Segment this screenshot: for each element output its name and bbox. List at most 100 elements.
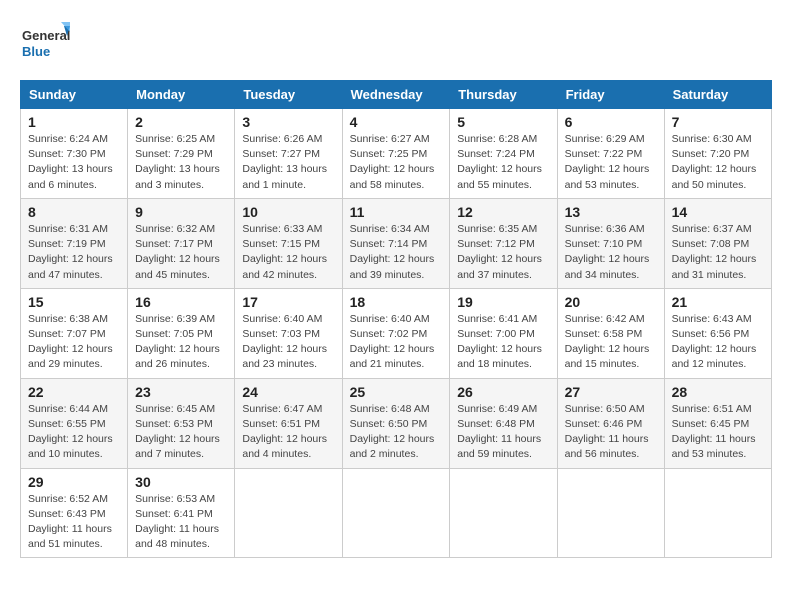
day-number: 29 <box>28 474 120 490</box>
day-info: Sunrise: 6:48 AMSunset: 6:50 PMDaylight:… <box>350 402 443 463</box>
calendar-cell: 30 Sunrise: 6:53 AMSunset: 6:41 PMDayligh… <box>128 468 235 558</box>
day-info: Sunrise: 6:40 AMSunset: 7:02 PMDaylight:… <box>350 312 443 373</box>
calendar-cell: 2 Sunrise: 6:25 AMSunset: 7:29 PMDaylight… <box>128 109 235 199</box>
calendar-cell: 9 Sunrise: 6:32 AMSunset: 7:17 PMDaylight… <box>128 198 235 288</box>
calendar-cell <box>342 468 450 558</box>
calendar-cell: 7Sunrise: 6:30 AMSunset: 7:20 PMDaylight… <box>664 109 771 199</box>
day-number: 1 <box>28 114 120 130</box>
day-number: 3 <box>242 114 334 130</box>
weekday-header-cell: Thursday <box>450 81 557 109</box>
calendar-cell <box>450 468 557 558</box>
day-info: Sunrise: 6:52 AMSunset: 6:43 PMDaylight:… <box>28 492 120 553</box>
day-number: 21 <box>672 294 764 310</box>
calendar-cell: 18Sunrise: 6:40 AMSunset: 7:02 PMDayligh… <box>342 288 450 378</box>
day-number: 6 <box>565 114 657 130</box>
calendar-cell: 5 Sunrise: 6:28 AMSunset: 7:24 PMDaylight… <box>450 109 557 199</box>
weekday-header-cell: Wednesday <box>342 81 450 109</box>
calendar-cell: 14Sunrise: 6:37 AMSunset: 7:08 PMDayligh… <box>664 198 771 288</box>
calendar-cell: 13 Sunrise: 6:36 AMSunset: 7:10 PMDayligh… <box>557 198 664 288</box>
logo: General Blue <box>20 20 70 64</box>
day-number: 10 <box>242 204 334 220</box>
calendar-table: SundayMondayTuesdayWednesdayThursdayFrid… <box>20 80 772 558</box>
day-info: Sunrise: 6:44 AMSunset: 6:55 PMDaylight:… <box>28 402 120 463</box>
calendar-cell: 4 Sunrise: 6:27 AMSunset: 7:25 PMDaylight… <box>342 109 450 199</box>
day-info: Sunrise: 6:29 AMSunset: 7:22 PMDaylight:… <box>565 132 657 193</box>
header: General Blue <box>20 20 772 64</box>
calendar-cell: 8Sunrise: 6:31 AMSunset: 7:19 PMDaylight… <box>21 198 128 288</box>
day-number: 23 <box>135 384 227 400</box>
calendar-cell <box>664 468 771 558</box>
day-number: 7 <box>672 114 764 130</box>
calendar-cell: 10 Sunrise: 6:33 AMSunset: 7:15 PMDayligh… <box>235 198 342 288</box>
weekday-header-cell: Sunday <box>21 81 128 109</box>
day-number: 12 <box>457 204 549 220</box>
calendar-cell <box>557 468 664 558</box>
day-number: 20 <box>565 294 657 310</box>
day-number: 11 <box>350 204 443 220</box>
day-info: Sunrise: 6:32 AMSunset: 7:17 PMDaylight:… <box>135 222 227 283</box>
day-number: 26 <box>457 384 549 400</box>
calendar-cell: 15 Sunrise: 6:38 AMSunset: 7:07 PMDayligh… <box>21 288 128 378</box>
calendar-cell: 26 Sunrise: 6:49 AMSunset: 6:48 PMDayligh… <box>450 378 557 468</box>
calendar-cell: 27 Sunrise: 6:50 AMSunset: 6:46 PMDayligh… <box>557 378 664 468</box>
day-number: 19 <box>457 294 549 310</box>
day-number: 13 <box>565 204 657 220</box>
calendar-body: 1 Sunrise: 6:24 AMSunset: 7:30 PMDaylight… <box>21 109 772 558</box>
weekday-header-cell: Friday <box>557 81 664 109</box>
day-number: 30 <box>135 474 227 490</box>
day-info: Sunrise: 6:53 AMSunset: 6:41 PMDaylight:… <box>135 492 227 553</box>
calendar-cell: 17 Sunrise: 6:40 AMSunset: 7:03 PMDayligh… <box>235 288 342 378</box>
calendar-week-row: 15 Sunrise: 6:38 AMSunset: 7:07 PMDayligh… <box>21 288 772 378</box>
day-info: Sunrise: 6:49 AMSunset: 6:48 PMDaylight:… <box>457 402 549 463</box>
day-number: 8 <box>28 204 120 220</box>
calendar-cell: 19 Sunrise: 6:41 AMSunset: 7:00 PMDayligh… <box>450 288 557 378</box>
calendar-cell: 1 Sunrise: 6:24 AMSunset: 7:30 PMDaylight… <box>21 109 128 199</box>
day-number: 4 <box>350 114 443 130</box>
calendar-cell: 20 Sunrise: 6:42 AMSunset: 6:58 PMDayligh… <box>557 288 664 378</box>
calendar-week-row: 1 Sunrise: 6:24 AMSunset: 7:30 PMDaylight… <box>21 109 772 199</box>
day-info: Sunrise: 6:45 AMSunset: 6:53 PMDaylight:… <box>135 402 227 463</box>
day-info: Sunrise: 6:37 AMSunset: 7:08 PMDaylight:… <box>672 222 764 283</box>
logo-svg: General Blue <box>20 20 70 64</box>
day-info: Sunrise: 6:27 AMSunset: 7:25 PMDaylight:… <box>350 132 443 193</box>
calendar-week-row: 22 Sunrise: 6:44 AMSunset: 6:55 PMDayligh… <box>21 378 772 468</box>
calendar-cell: 24Sunrise: 6:47 AMSunset: 6:51 PMDayligh… <box>235 378 342 468</box>
day-number: 17 <box>242 294 334 310</box>
calendar-cell: 11Sunrise: 6:34 AMSunset: 7:14 PMDayligh… <box>342 198 450 288</box>
day-number: 2 <box>135 114 227 130</box>
day-number: 9 <box>135 204 227 220</box>
day-info: Sunrise: 6:39 AMSunset: 7:05 PMDaylight:… <box>135 312 227 373</box>
calendar-cell: 28 Sunrise: 6:51 AMSunset: 6:45 PMDayligh… <box>664 378 771 468</box>
day-number: 22 <box>28 384 120 400</box>
calendar-cell: 12 Sunrise: 6:35 AMSunset: 7:12 PMDayligh… <box>450 198 557 288</box>
day-info: Sunrise: 6:41 AMSunset: 7:00 PMDaylight:… <box>457 312 549 373</box>
weekday-header-cell: Tuesday <box>235 81 342 109</box>
day-info: Sunrise: 6:43 AMSunset: 6:56 PMDaylight:… <box>672 312 764 373</box>
day-info: Sunrise: 6:42 AMSunset: 6:58 PMDaylight:… <box>565 312 657 373</box>
day-number: 15 <box>28 294 120 310</box>
day-number: 25 <box>350 384 443 400</box>
day-info: Sunrise: 6:47 AMSunset: 6:51 PMDaylight:… <box>242 402 334 463</box>
day-info: Sunrise: 6:24 AMSunset: 7:30 PMDaylight:… <box>28 132 120 193</box>
day-info: Sunrise: 6:40 AMSunset: 7:03 PMDaylight:… <box>242 312 334 373</box>
calendar-cell: 29 Sunrise: 6:52 AMSunset: 6:43 PMDayligh… <box>21 468 128 558</box>
day-info: Sunrise: 6:51 AMSunset: 6:45 PMDaylight:… <box>672 402 764 463</box>
day-info: Sunrise: 6:50 AMSunset: 6:46 PMDaylight:… <box>565 402 657 463</box>
day-info: Sunrise: 6:35 AMSunset: 7:12 PMDaylight:… <box>457 222 549 283</box>
calendar-cell: 23 Sunrise: 6:45 AMSunset: 6:53 PMDayligh… <box>128 378 235 468</box>
day-number: 28 <box>672 384 764 400</box>
day-number: 5 <box>457 114 549 130</box>
day-info: Sunrise: 6:25 AMSunset: 7:29 PMDaylight:… <box>135 132 227 193</box>
day-info: Sunrise: 6:36 AMSunset: 7:10 PMDaylight:… <box>565 222 657 283</box>
day-info: Sunrise: 6:26 AMSunset: 7:27 PMDaylight:… <box>242 132 334 193</box>
calendar-cell: 6 Sunrise: 6:29 AMSunset: 7:22 PMDaylight… <box>557 109 664 199</box>
calendar-cell: 16Sunrise: 6:39 AMSunset: 7:05 PMDayligh… <box>128 288 235 378</box>
day-info: Sunrise: 6:33 AMSunset: 7:15 PMDaylight:… <box>242 222 334 283</box>
day-info: Sunrise: 6:28 AMSunset: 7:24 PMDaylight:… <box>457 132 549 193</box>
calendar-week-row: 29 Sunrise: 6:52 AMSunset: 6:43 PMDayligh… <box>21 468 772 558</box>
day-number: 27 <box>565 384 657 400</box>
calendar-cell: 21 Sunrise: 6:43 AMSunset: 6:56 PMDayligh… <box>664 288 771 378</box>
day-info: Sunrise: 6:38 AMSunset: 7:07 PMDaylight:… <box>28 312 120 373</box>
svg-text:General: General <box>22 28 70 43</box>
calendar-cell: 25 Sunrise: 6:48 AMSunset: 6:50 PMDayligh… <box>342 378 450 468</box>
